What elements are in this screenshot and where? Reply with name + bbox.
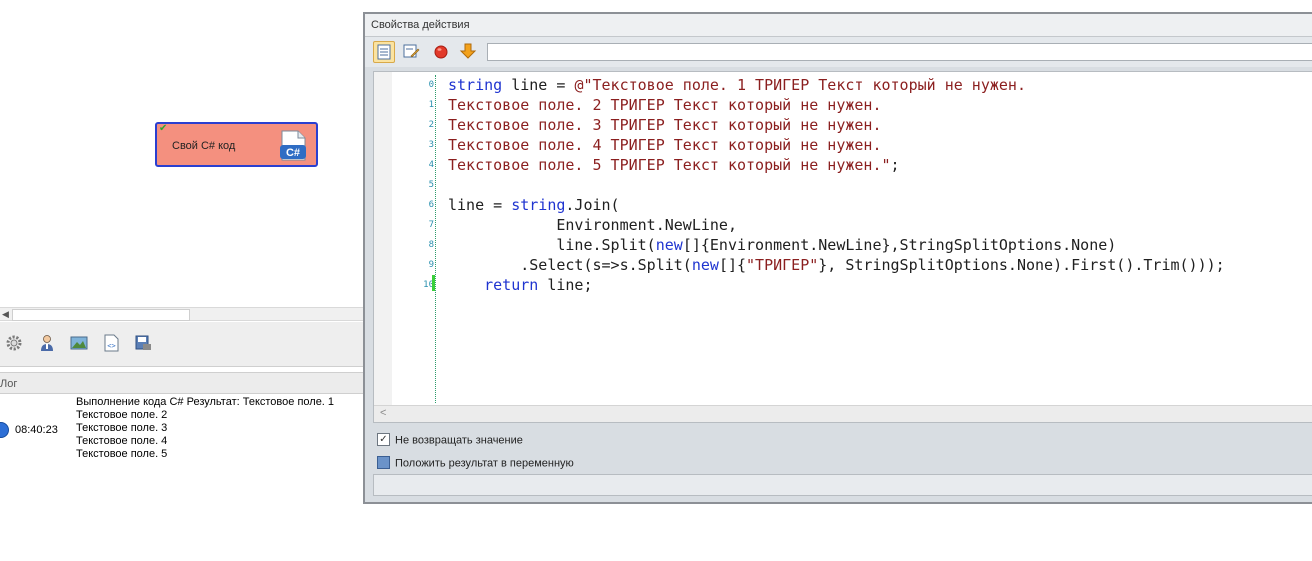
code-token: .Join( (565, 196, 620, 214)
edit-button[interactable] (401, 41, 423, 63)
canvas-horizontal-scrollbar[interactable]: ◀ (0, 307, 363, 321)
code-token: string (511, 196, 566, 214)
code-line: Текстовое поле. 3 ТРИГЕР Текст который н… (448, 115, 1225, 135)
log-message-line: Выполнение кода C# Результат: Текстовое … (76, 396, 335, 408)
put-var-checkbox[interactable] (377, 456, 390, 469)
dialog-title: Свойства действия (371, 19, 470, 31)
log-message-line: Текстовое поле. 5 (76, 448, 168, 460)
code-line: Environment.NewLine, (448, 215, 1225, 235)
log-message: Выполнение кода C# Результат: Текстовое … (76, 396, 334, 461)
line-number: 0 (428, 80, 434, 90)
log-panel-header: Лог (0, 372, 363, 394)
user-icon[interactable] (38, 334, 56, 352)
no-return-option[interactable]: ✓ Не возвращать значение (377, 433, 523, 447)
scroll-left-icon[interactable]: ◀ (2, 308, 9, 320)
log-time: 08:40:23 (15, 424, 58, 436)
stop-button[interactable] (431, 41, 453, 63)
code-token: []{Environment.NewLine},StringSplitOptio… (682, 236, 1117, 254)
code-token: return (448, 276, 539, 294)
code-token: Environment.NewLine, (448, 216, 737, 234)
code-token: .Select(s=>s.Split( (448, 256, 692, 274)
code-line: string line = @"Текстовое поле. 1 ТРИГЕР… (448, 75, 1225, 95)
fold-line (435, 75, 436, 403)
code-token: "ТРИГЕР" (746, 256, 819, 274)
code-token: }, StringSplitOptions.None).First().Trim… (818, 256, 1225, 274)
edit-icon (403, 44, 420, 58)
editor-gutter (374, 72, 392, 406)
line-number: 6 (428, 200, 434, 210)
csharp-file-icon: C# (280, 130, 306, 161)
put-var-option[interactable]: Положить результат в переменную (377, 456, 574, 470)
result-variable-field[interactable] (373, 474, 1312, 496)
csharp-badge-text: C# (286, 147, 300, 159)
code-line: line = string.Join( (448, 195, 1225, 215)
code-token: new (691, 256, 719, 274)
move-down-button[interactable] (458, 41, 480, 63)
line-number: 2 (428, 120, 434, 130)
left-toolbar: <> (0, 322, 363, 367)
gear-icon[interactable] (5, 334, 23, 352)
stop-icon (434, 45, 448, 59)
code-token: []{ (718, 256, 747, 274)
line-numbers: 0 1 2 3 4 5 6 7 8 9 10 (394, 75, 434, 295)
code-token: line = (502, 76, 575, 94)
script-icon[interactable]: <> (102, 334, 120, 352)
dialog-toolbar (365, 37, 1312, 67)
svg-text:<>: <> (107, 342, 115, 350)
down-arrow-icon (459, 43, 477, 59)
toolbar-input[interactable] (487, 43, 1312, 61)
line-number: 4 (428, 160, 434, 170)
scroll-left-icon[interactable]: < (380, 407, 386, 419)
log-message-line: Текстовое поле. 3 (76, 422, 168, 434)
list-icon (377, 44, 391, 60)
code-token: line; (538, 276, 593, 294)
code-token: Текстовое поле. 2 ТРИГЕР Текст который н… (448, 96, 882, 114)
changed-line-marker (432, 275, 435, 291)
line-number: 7 (428, 220, 434, 230)
code-line: return line; (448, 275, 1225, 295)
code-token: line.Split( (448, 236, 656, 254)
log-message-line: Текстовое поле. 4 (76, 435, 168, 447)
code-token: line = (448, 196, 512, 214)
code-token: Текстовое поле. 4 ТРИГЕР Текст который н… (448, 136, 882, 154)
code-line: Текстовое поле. 5 ТРИГЕР Текст который н… (448, 155, 1225, 175)
code-content[interactable]: string line = @"Текстовое поле. 1 ТРИГЕР… (448, 75, 1225, 295)
line-number: 5 (428, 180, 434, 190)
code-token: new (655, 236, 683, 254)
code-token: Текстовое поле. 5 ТРИГЕР Текст который н… (448, 156, 891, 174)
line-number: 10 (423, 280, 434, 290)
code-token: string (448, 76, 503, 94)
code-line: line.Split(new[]{Environment.NewLine},St… (448, 235, 1225, 255)
checkmark-icon: ✔ (159, 123, 168, 134)
line-number: 1 (428, 100, 434, 110)
list-view-button[interactable] (373, 41, 395, 63)
no-return-checkbox[interactable]: ✓ (377, 433, 390, 446)
csharp-code-node[interactable]: ✔ Свой C# код C# (155, 122, 318, 167)
code-token: Текстовое поле. 3 ТРИГЕР Текст который н… (448, 116, 882, 134)
put-var-label: Положить результат в переменную (395, 457, 574, 470)
dialog-titlebar[interactable]: Свойства действия (365, 14, 1312, 37)
code-line: Текстовое поле. 4 ТРИГЕР Текст который н… (448, 135, 1225, 155)
info-icon (0, 422, 9, 438)
save-icon[interactable] (134, 334, 152, 352)
log-message-line: Текстовое поле. 2 (76, 409, 168, 421)
no-return-label: Не возвращать значение (395, 434, 523, 447)
line-number: 8 (428, 240, 434, 250)
code-line: .Select(s=>s.Split(new[]{"ТРИГЕР"}, Stri… (448, 255, 1225, 275)
line-number: 3 (428, 140, 434, 150)
code-editor[interactable]: 0 1 2 3 4 5 6 7 8 9 10 string line = @"Текстовое п… (373, 71, 1312, 423)
log-title: Лог (0, 378, 18, 390)
node-label: Свой C# код (172, 140, 236, 152)
code-token: ; (890, 156, 900, 174)
action-properties-dialog: Свойства действия 0 1 2 3 4 5 6 7 8 9 10… (363, 12, 1312, 504)
scrollbar-thumb[interactable] (12, 309, 190, 321)
code-token: @"Текстовое поле. 1 ТРИГЕР Текст который… (574, 76, 1026, 94)
image-icon[interactable] (70, 334, 88, 352)
code-line: Текстовое поле. 2 ТРИГЕР Текст который н… (448, 95, 1225, 115)
line-number: 9 (428, 260, 434, 270)
editor-horizontal-scrollbar[interactable]: < (374, 405, 1312, 422)
